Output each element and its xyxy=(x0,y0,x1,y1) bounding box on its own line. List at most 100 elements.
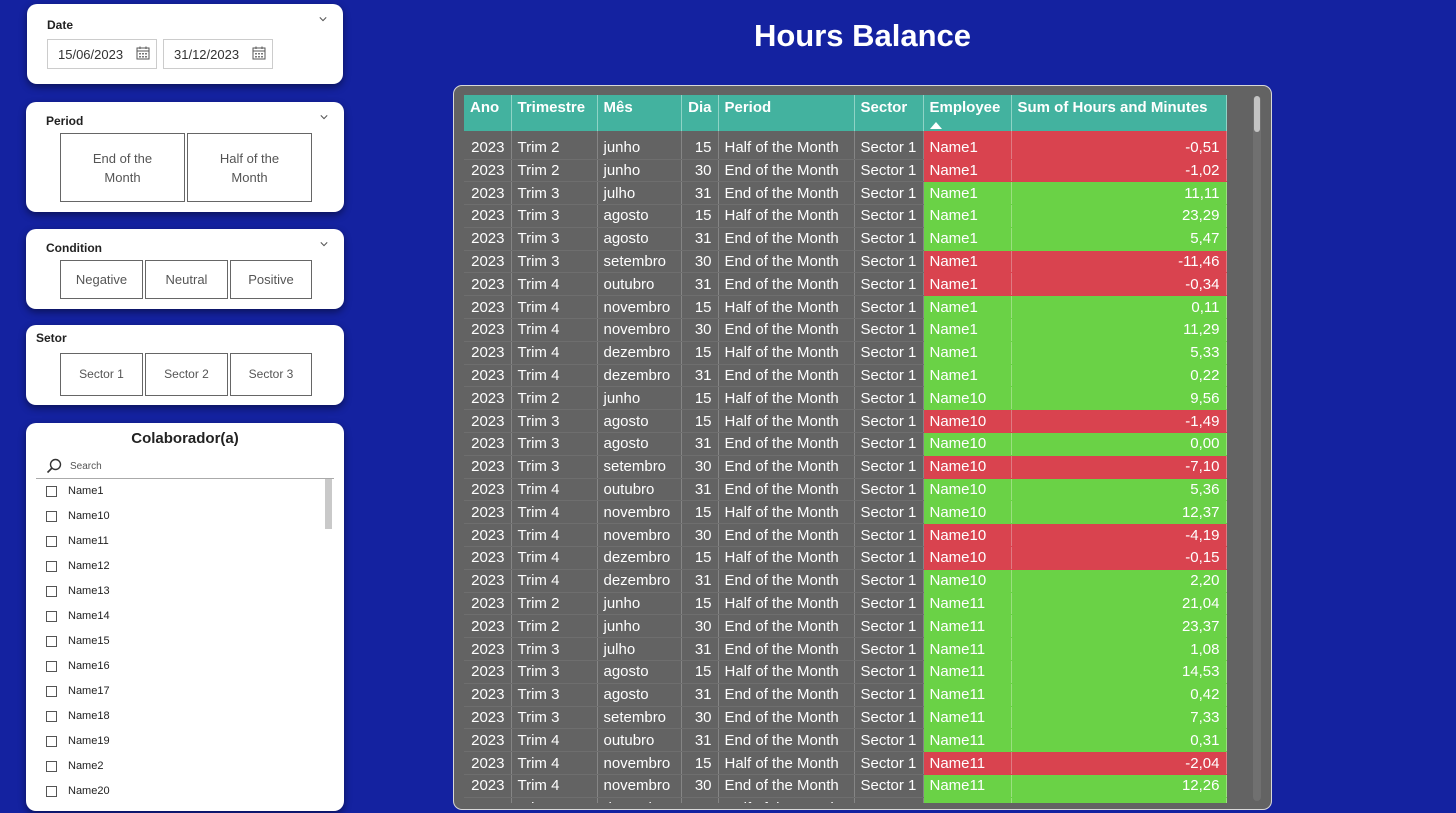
table-cell: End of the Month xyxy=(718,478,855,502)
table-cell: 30 xyxy=(681,774,719,798)
calendar-icon[interactable] xyxy=(136,46,150,60)
column-header-trimestre[interactable]: Trimestre xyxy=(511,95,598,131)
table-row[interactable]: 2023 Trim 2 junho 30 End of the Month Sector … xyxy=(464,159,1227,183)
search-box[interactable]: Search xyxy=(36,457,334,479)
table-row[interactable]: 2023 Trim 4 dezembro 31 End of the Month Sect… xyxy=(464,364,1227,388)
table-row[interactable]: 2023 Trim 4 novembro 15 Half of the Month Sec… xyxy=(464,500,1227,525)
calendar-icon[interactable] xyxy=(252,46,266,60)
list-item[interactable]: Name16 xyxy=(46,660,110,672)
table-cell: 2023 xyxy=(464,204,512,228)
table-row[interactable]: 2023 Trim 4 dezembro 31 End of the Month Sect… xyxy=(464,569,1227,593)
table-grid[interactable]: Ano Trimestre Mês Dia Period Sector Employee Su… xyxy=(464,95,1227,803)
list-item[interactable]: Name15 xyxy=(46,635,110,647)
column-header-employee[interactable]: Employee xyxy=(923,95,1012,131)
condition-tile-negative[interactable]: Negative xyxy=(60,260,143,299)
list-item-label: Name14 xyxy=(68,610,110,622)
table-cell: dezembro xyxy=(597,546,682,570)
table-row[interactable]: 2023 Trim 2 junho 15 Half of the Month Sector… xyxy=(464,592,1227,616)
checkbox[interactable] xyxy=(46,735,57,747)
table-row[interactable]: 2023 Trim 2 junho 15 Half of the Month Sector… xyxy=(464,386,1227,411)
checkbox[interactable] xyxy=(46,535,57,547)
table-cell: Name10 xyxy=(923,455,1012,479)
chevron-down-icon[interactable] xyxy=(320,240,328,248)
table-scrollbar[interactable] xyxy=(1253,96,1261,801)
table-row[interactable]: 2023 Trim 4 outubro 31 End of the Month Secto… xyxy=(464,478,1227,502)
table-row[interactable]: 2023 Trim 4 novembro 30 End of the Month Sect… xyxy=(464,523,1227,548)
table-cell: 11,29 xyxy=(1011,318,1227,342)
list-item[interactable]: Name19 xyxy=(46,735,110,747)
table-cell: Half of the Month xyxy=(718,131,855,160)
column-header-dia[interactable]: Dia xyxy=(681,95,719,131)
table-row[interactable]: 2023 Trim 3 agosto 31 End of the Month Sector… xyxy=(464,683,1227,707)
table-cell: dezembro xyxy=(597,341,682,365)
column-header-sum-of-hours-and-minutes[interactable]: Sum of Hours and Minutes xyxy=(1011,95,1227,131)
table-cell: Sector 1 xyxy=(854,683,924,707)
list-scrollbar[interactable] xyxy=(325,479,332,529)
checkbox[interactable] xyxy=(46,660,57,672)
list-item[interactable]: Name13 xyxy=(46,585,110,597)
checkbox[interactable] xyxy=(46,710,57,722)
checkbox[interactable] xyxy=(46,585,57,597)
sort-ascending-icon[interactable] xyxy=(929,122,942,129)
table-row[interactable]: 2023 Trim 3 agosto 31 End of the Month Sector… xyxy=(464,432,1227,456)
checkbox[interactable] xyxy=(46,510,57,522)
list-item[interactable]: Name20 xyxy=(46,785,110,797)
table-row[interactable]: 2023 Trim 3 agosto 15 Half of the Month Secto… xyxy=(464,660,1227,684)
table-cell: -0,34 xyxy=(1011,272,1227,297)
chevron-down-icon[interactable] xyxy=(320,113,328,121)
checkbox[interactable] xyxy=(46,560,57,572)
table-row[interactable]: 2023 Trim 3 julho 31 End of the Month Sector … xyxy=(464,181,1227,206)
checkbox[interactable] xyxy=(46,760,57,772)
table-row[interactable]: 2023 Trim 3 setembro 30 End of the Month Sect… xyxy=(464,250,1227,274)
condition-tile-neutral[interactable]: Neutral xyxy=(145,260,228,299)
period-tile-end-of-month[interactable]: End of the Month xyxy=(60,133,185,202)
list-item[interactable]: Name10 xyxy=(46,510,110,522)
chevron-down-icon[interactable] xyxy=(319,15,327,23)
column-header-sector[interactable]: Sector xyxy=(854,95,924,131)
table-row[interactable]: 2023 Trim 4 outubro 31 End of the Month Secto… xyxy=(464,728,1227,753)
table-row[interactable]: 2023 Trim 2 junho 30 End of the Month Sector … xyxy=(464,614,1227,639)
table-row[interactable]: 2023 Trim 3 julho 31 End of the Month Sector … xyxy=(464,637,1227,662)
list-item[interactable]: Name17 xyxy=(46,685,110,697)
checkbox[interactable] xyxy=(46,685,57,697)
table-row[interactable]: 2023 Trim 4 novembro 30 End of the Month Sect… xyxy=(464,318,1227,342)
table-row[interactable]: 2023 Trim 4 novembro 15 Half of the Month Sec… xyxy=(464,751,1227,776)
table-row[interactable]: 2023 Trim 3 setembro 30 End of the Month Sect… xyxy=(464,455,1227,479)
table-row[interactable]: 2023Trim 4dezembro15Half of the MonthSec… xyxy=(464,797,1227,803)
condition-tile-positive[interactable]: Positive xyxy=(230,260,312,299)
setor-tile-sector-2[interactable]: Sector 2 xyxy=(145,353,228,396)
table-row[interactable]: 2023Trim 4dezembro15Half of the MonthSec… xyxy=(464,341,1227,365)
list-item[interactable]: Name11 xyxy=(46,535,109,547)
table-row[interactable]: 2023 Trim 2 junho 15 Half of the Month Sector… xyxy=(464,131,1227,160)
table-row[interactable]: 2023 Trim 4 outubro 31 End of the Month Secto… xyxy=(464,272,1227,297)
list-item-label: Name12 xyxy=(68,560,110,572)
table-row[interactable]: 2023 Trim 4 novembro 30 End of the Month Sect… xyxy=(464,774,1227,798)
table-row[interactable]: 2023 Trim 3 agosto 15 Half of the Month Secto… xyxy=(464,204,1227,228)
period-tile-half-of-month[interactable]: Half of the Month xyxy=(187,133,312,202)
table-row[interactable]: 2023 Trim 3 setembro 30 End of the Month Sect… xyxy=(464,706,1227,730)
table-row[interactable]: 2023 Trim 4 novembro 15 Half of the Month Sec… xyxy=(464,295,1227,320)
scrollbar-thumb[interactable] xyxy=(1254,96,1260,132)
checkbox[interactable] xyxy=(46,635,57,647)
list-item[interactable]: Name12 xyxy=(46,560,110,572)
list-item[interactable]: Name14 xyxy=(46,610,110,622)
column-header-ano[interactable]: Ano xyxy=(464,95,512,131)
table-cell: -1,02 xyxy=(1011,159,1227,183)
setor-tile-sector-3[interactable]: Sector 3 xyxy=(230,353,312,396)
table-row[interactable]: 2023 Trim 3 agosto 31 End of the Month Sector… xyxy=(464,227,1227,251)
list-item[interactable]: Name1 xyxy=(46,485,103,497)
table-cell: Name11 xyxy=(923,660,1012,684)
column-header-period[interactable]: Period xyxy=(718,95,855,131)
setor-tile-sector-1[interactable]: Sector 1 xyxy=(60,353,143,396)
start-date-input[interactable]: 15/06/2023 xyxy=(47,39,157,69)
checkbox[interactable] xyxy=(46,485,57,497)
end-date-input[interactable]: 31/12/2023 xyxy=(163,39,273,69)
table-row[interactable]: 2023Trim 4dezembro15Half of the MonthSec… xyxy=(464,546,1227,570)
checkbox[interactable] xyxy=(46,610,57,622)
list-item[interactable]: Name2 xyxy=(46,760,103,772)
table-row[interactable]: 2023 Trim 3 agosto 15 Half of the Month Secto… xyxy=(464,409,1227,434)
table-cell: Trim 3 xyxy=(511,227,598,251)
checkbox[interactable] xyxy=(46,785,57,797)
column-header-m-s[interactable]: Mês xyxy=(597,95,682,131)
list-item[interactable]: Name18 xyxy=(46,710,110,722)
